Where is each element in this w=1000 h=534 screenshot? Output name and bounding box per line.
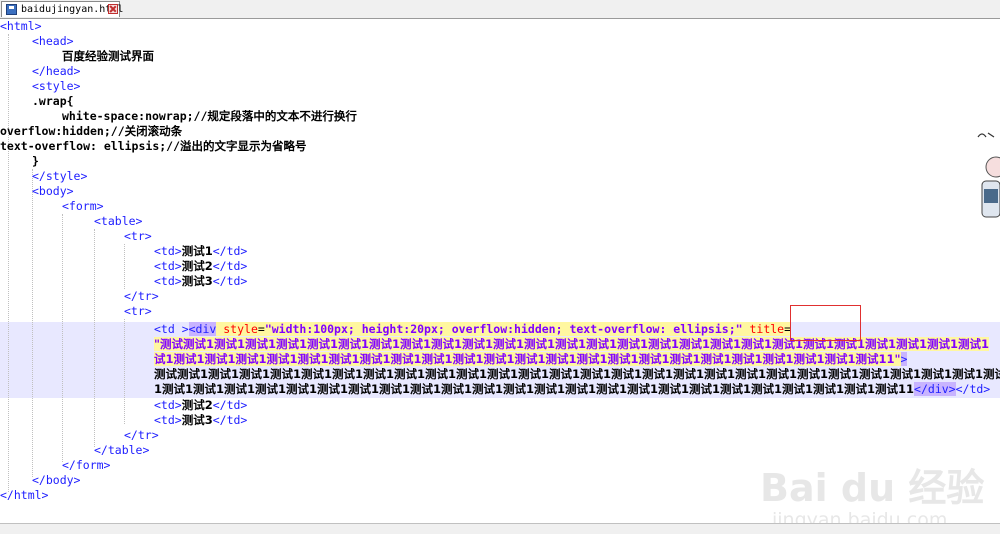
code-line: <body> <box>32 184 74 198</box>
code-line: </html> <box>0 488 49 502</box>
status-bar <box>0 523 1000 534</box>
code-line: <html> <box>0 19 42 33</box>
code-line: <style> <box>32 79 81 93</box>
code-line: <head> <box>32 34 74 48</box>
code-line: </table> <box>94 443 150 457</box>
code-line: <td>测试3</td> <box>154 274 248 288</box>
code-line: <td ><div style="width:100px; height:20p… <box>154 322 792 336</box>
code-line: 1测试1测试1测试1测试1测试1测试1测试1测试1测试1测试1测试1测试1测试1… <box>154 382 991 396</box>
code-line: </form> <box>62 458 111 472</box>
indent-guide <box>124 319 125 424</box>
baidu-watermark: Bai du 经验 jingyan.baidu.com <box>760 466 985 523</box>
code-line: white-space:nowrap;//规定段落中的文本不进行换行 <box>62 109 357 123</box>
code-line: <table> <box>94 214 143 228</box>
code-line: <tr> <box>124 304 152 318</box>
tab-bar: baidujingyan.html <box>0 0 1000 19</box>
indent-guide <box>32 169 33 477</box>
code-line: <td>测试2</td> <box>154 398 248 412</box>
code-line: } <box>32 154 39 168</box>
code-line: </head> <box>32 64 81 78</box>
code-line: </tr> <box>124 289 159 303</box>
code-line: <td>测试2</td> <box>154 259 248 273</box>
indent-guide <box>8 34 9 492</box>
code-line: <form> <box>62 199 104 213</box>
indent-guide <box>94 229 95 447</box>
code-line: </style> <box>32 169 88 183</box>
code-line: 百度经验测试界面 <box>62 49 154 63</box>
code-line: <td>测试3</td> <box>154 413 248 427</box>
code-line: overflow:hidden;//关闭滚动条 <box>0 124 183 138</box>
cartoon-illustration <box>977 132 1000 218</box>
code-line: </body> <box>32 473 81 487</box>
annotation-box <box>790 305 861 341</box>
code-line: <td>测试1</td> <box>154 244 248 258</box>
code-line: </tr> <box>124 428 159 442</box>
code-line: 测试测试1测试1测试1测试1测试1测试1测试1测试1测试1测试1测试1测试1测试… <box>154 367 1000 381</box>
save-icon <box>6 4 17 15</box>
code-line: 试1测试1测试1测试1测试1测试1测试1测试1测试1测试1测试1测试1测试1测试… <box>154 352 908 366</box>
code-line: text-overflow: ellipsis;//溢出的文字显示为省略号 <box>0 139 307 153</box>
code-line: .wrap{ <box>32 94 74 108</box>
file-tab[interactable]: baidujingyan.html <box>1 1 123 17</box>
code-line: <tr> <box>124 229 152 243</box>
code-editor[interactable]: <html> <head> 百度经验测试界面 </head> <style> .… <box>0 19 1000 523</box>
code-line: "测试测试1测试1测试1测试1测试1测试1测试1测试1测试1测试1测试1测试1测… <box>154 337 990 351</box>
close-icon[interactable] <box>108 4 118 14</box>
indent-guide <box>124 244 125 289</box>
indent-guide <box>62 214 63 462</box>
